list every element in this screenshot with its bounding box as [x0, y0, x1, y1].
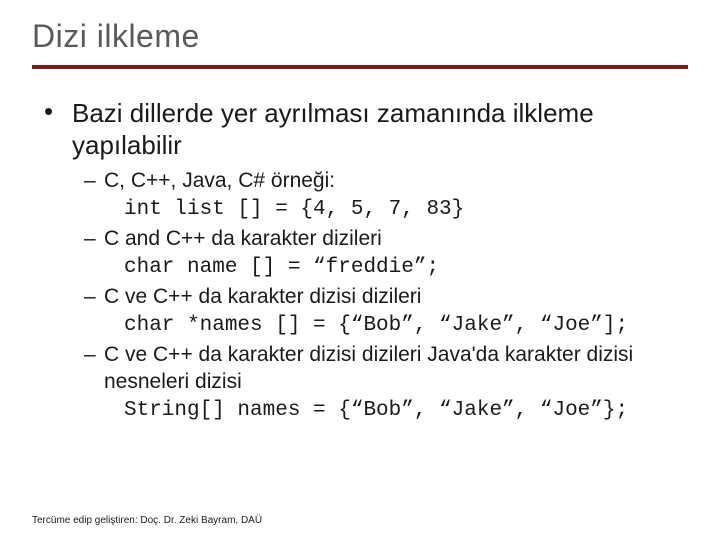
slide: Dizi ilkleme • Bazi dillerde yer ayrılma… [0, 0, 720, 540]
sub-bullet-text: C ve C++ da karakter dizisi dizileri [104, 283, 421, 310]
code-line: String[] names = {“Bob”, “Jake”, “Joe”}; [84, 397, 688, 424]
sub-bullet-text: C, C++, Java, C# örneği: [104, 167, 335, 194]
code-line: int list [] = {4, 5, 7, 83} [84, 196, 688, 223]
dash-icon: – [84, 341, 104, 368]
title-rule [32, 65, 688, 69]
dash-icon: – [84, 225, 104, 252]
slide-body: • Bazi dillerde yer ayrılması zamanında … [32, 97, 688, 424]
dash-icon: – [84, 283, 104, 310]
bullet-dot-icon: • [44, 97, 72, 125]
sub-bullet-text: C ve C++ da karakter dizisi dizileri Jav… [104, 341, 688, 395]
dash-icon: – [84, 167, 104, 194]
code-line: char *names [] = {“Bob”, “Jake”, “Joe”]; [84, 312, 688, 339]
footer-credit: Tercüme edip geliştiren: Doç. Dr. Zeki B… [32, 515, 262, 526]
sub-bullet: – C ve C++ da karakter dizisi dizileri [84, 283, 688, 310]
sub-bullet: – C ve C++ da karakter dizisi dizileri J… [84, 341, 688, 395]
slide-title: Dizi ilkleme [32, 18, 688, 55]
sub-bullets: – C, C++, Java, C# örneği: int list [] =… [44, 167, 688, 424]
bullet-text: Bazi dillerde yer ayrılması zamanında il… [72, 97, 688, 161]
code-line: char name [] = “freddie”; [84, 254, 688, 281]
sub-bullet: – C and C++ da karakter dizileri [84, 225, 688, 252]
sub-bullet-text: C and C++ da karakter dizileri [104, 225, 382, 252]
bullet-lvl1: • Bazi dillerde yer ayrılması zamanında … [44, 97, 688, 161]
sub-bullet: – C, C++, Java, C# örneği: [84, 167, 688, 194]
